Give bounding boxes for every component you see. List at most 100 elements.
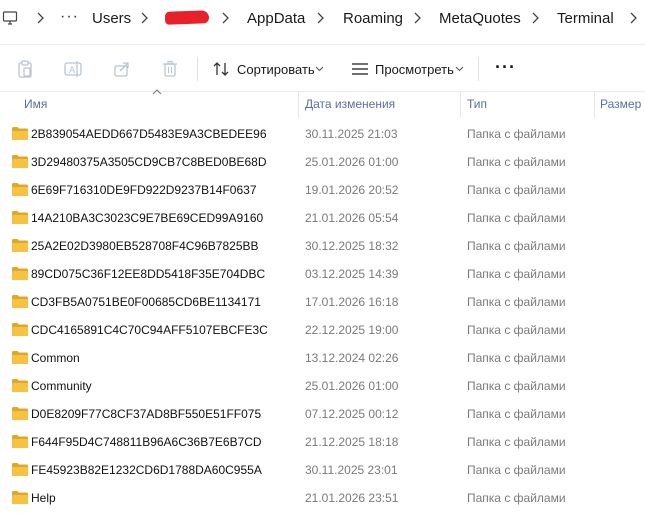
command-bar: A Сортировать Просмотреть ···: [0, 44, 645, 92]
redacted-username: [164, 10, 210, 25]
column-header-name[interactable]: Имя: [24, 97, 47, 111]
table-row[interactable]: Help 21.01.2026 23:51 Папка с файлами: [0, 484, 645, 512]
file-date: 17.01.2026 16:18: [305, 295, 399, 309]
folder-icon: [12, 183, 28, 196]
file-date: 22.12.2025 19:00: [305, 323, 399, 337]
folder-icon: [12, 239, 28, 252]
column-header-size[interactable]: Размер: [600, 97, 641, 111]
file-type: Папка с файлами: [467, 407, 566, 421]
more-options-button[interactable]: ···: [495, 57, 516, 78]
folder-icon: [12, 435, 28, 448]
column-header-type[interactable]: Тип: [467, 97, 487, 111]
file-name: 6E69F716310DE9FD922D9237B14F0637: [31, 183, 257, 197]
file-type: Папка с файлами: [467, 155, 566, 169]
chevron-right-icon[interactable]: [530, 11, 542, 25]
chevron-right-icon[interactable]: [315, 11, 327, 25]
breadcrumb-metaquotes[interactable]: MetaQuotes: [439, 10, 521, 27]
delete-icon[interactable]: [160, 59, 180, 79]
table-row[interactable]: 6E69F716310DE9FD922D9237B14F0637 19.01.2…: [0, 176, 645, 204]
file-type: Папка с файлами: [467, 323, 566, 337]
table-row[interactable]: Common 13.12.2024 02:26 Папка с файлами: [0, 344, 645, 372]
file-type: Папка с файлами: [467, 463, 566, 477]
table-row[interactable]: 3D29480375A3505CD9CB7C8BED0BE68D 25.01.2…: [0, 148, 645, 176]
column-header-date[interactable]: Дата изменения: [305, 97, 395, 111]
file-date: 25.01.2026 01:00: [305, 379, 399, 393]
chevron-right-icon[interactable]: [628, 11, 640, 25]
folder-icon: [12, 323, 28, 336]
address-overflow-button[interactable]: ···: [60, 8, 79, 26]
column-divider[interactable]: [594, 92, 595, 118]
table-row[interactable]: 2B839054AEDD667D5483E9A3CBEDEE96 30.11.2…: [0, 120, 645, 148]
file-date: 30.11.2025 21:03: [305, 127, 398, 141]
paste-icon[interactable]: [15, 59, 35, 79]
folder-icon: [12, 295, 28, 308]
file-type: Папка с файлами: [467, 211, 566, 225]
breadcrumb-roaming[interactable]: Roaming: [343, 10, 403, 27]
table-row[interactable]: CDC4165891C4C70C94AFF5107EBCFE3C 22.12.2…: [0, 316, 645, 344]
table-row[interactable]: 25A2E02D3980EB528708F4C96B7825BB 30.12.2…: [0, 232, 645, 260]
chevron-down-icon: [455, 66, 464, 72]
chevron-right-icon[interactable]: [220, 11, 232, 25]
file-name: Common: [31, 351, 80, 365]
toolbar-divider: [197, 57, 198, 81]
file-type: Папка с файлами: [467, 351, 566, 365]
this-pc-icon[interactable]: [2, 10, 18, 26]
file-name: FE45923B82E1232CD6D1788DA60C955A: [31, 463, 262, 477]
rename-icon[interactable]: A: [63, 59, 83, 79]
column-divider[interactable]: [460, 92, 461, 118]
file-date: 21.12.2025 18:18: [305, 435, 399, 449]
folder-icon: [12, 463, 28, 476]
file-name: Help: [31, 491, 56, 505]
table-row[interactable]: 14A210BA3C3023C9E7BE69CED99A9160 21.01.2…: [0, 204, 645, 232]
folder-icon: [12, 351, 28, 364]
file-date: 19.01.2026 20:52: [305, 183, 399, 197]
folder-icon: [12, 407, 28, 420]
table-row[interactable]: F644F95D4C748811B96A6C36B7E6B7CD 21.12.2…: [0, 428, 645, 456]
file-date: 13.12.2024 02:26: [305, 351, 399, 365]
file-type: Папка с файлами: [467, 239, 566, 253]
file-name: 2B839054AEDD667D5483E9A3CBEDEE96: [31, 127, 267, 141]
table-row[interactable]: CD3FB5A0751BE0F00685CD6BE1134171 17.01.2…: [0, 288, 645, 316]
sort-icon: [213, 62, 229, 76]
file-type: Папка с файлами: [467, 267, 566, 281]
file-date: 21.01.2026 23:51: [305, 491, 399, 505]
file-type: Папка с файлами: [467, 435, 566, 449]
file-type: Папка с файлами: [467, 183, 566, 197]
view-icon: [352, 63, 368, 75]
folder-icon: [12, 267, 28, 280]
breadcrumb-appdata[interactable]: AppData: [247, 10, 305, 27]
folder-icon: [12, 211, 28, 224]
table-row[interactable]: D0E8209F77C8CF37AD8BF550E51FF075 07.12.2…: [0, 400, 645, 428]
table-row[interactable]: 89CD075C36F12EE8DD5418F35E704DBC 03.12.2…: [0, 260, 645, 288]
chevron-down-icon: [315, 66, 324, 72]
share-icon[interactable]: [112, 59, 132, 79]
breadcrumb-terminal[interactable]: Terminal: [557, 10, 614, 27]
file-list: 2B839054AEDD667D5483E9A3CBEDEE96 30.11.2…: [0, 120, 645, 512]
sort-label: Сортировать: [237, 62, 315, 77]
address-bar: ··· Users AppData Roaming MetaQuotes Ter…: [0, 0, 645, 38]
chevron-right-icon[interactable]: [412, 11, 424, 25]
table-row[interactable]: FE45923B82E1232CD6D1788DA60C955A 30.11.2…: [0, 456, 645, 484]
file-name: Community: [31, 379, 92, 393]
file-type: Папка с файлами: [467, 491, 566, 505]
table-row[interactable]: Community 25.01.2026 01:00 Папка с файла…: [0, 372, 645, 400]
file-date: 03.12.2025 14:39: [305, 267, 399, 281]
file-name: D0E8209F77C8CF37AD8BF550E51FF075: [31, 407, 262, 421]
file-date: 25.01.2026 01:00: [305, 155, 399, 169]
file-type: Папка с файлами: [467, 379, 566, 393]
file-type: Папка с файлами: [467, 295, 566, 309]
column-header-row: Имя Дата изменения Тип Размер: [0, 92, 645, 118]
folder-icon: [12, 155, 28, 168]
toolbar-divider: [478, 57, 479, 81]
chevron-right-icon[interactable]: [35, 11, 47, 25]
file-date: 21.01.2026 05:54: [305, 211, 399, 225]
breadcrumb-users[interactable]: Users: [92, 10, 131, 27]
chevron-right-icon[interactable]: [139, 11, 151, 25]
svg-text:A: A: [69, 66, 76, 76]
file-date: 30.12.2025 18:32: [305, 239, 399, 253]
file-name: 3D29480375A3505CD9CB7C8BED0BE68D: [31, 155, 267, 169]
column-divider[interactable]: [298, 92, 299, 118]
view-label: Просмотреть: [375, 62, 454, 77]
file-name: 25A2E02D3980EB528708F4C96B7825BB: [31, 239, 259, 253]
file-date: 30.11.2025 23:01: [305, 463, 398, 477]
